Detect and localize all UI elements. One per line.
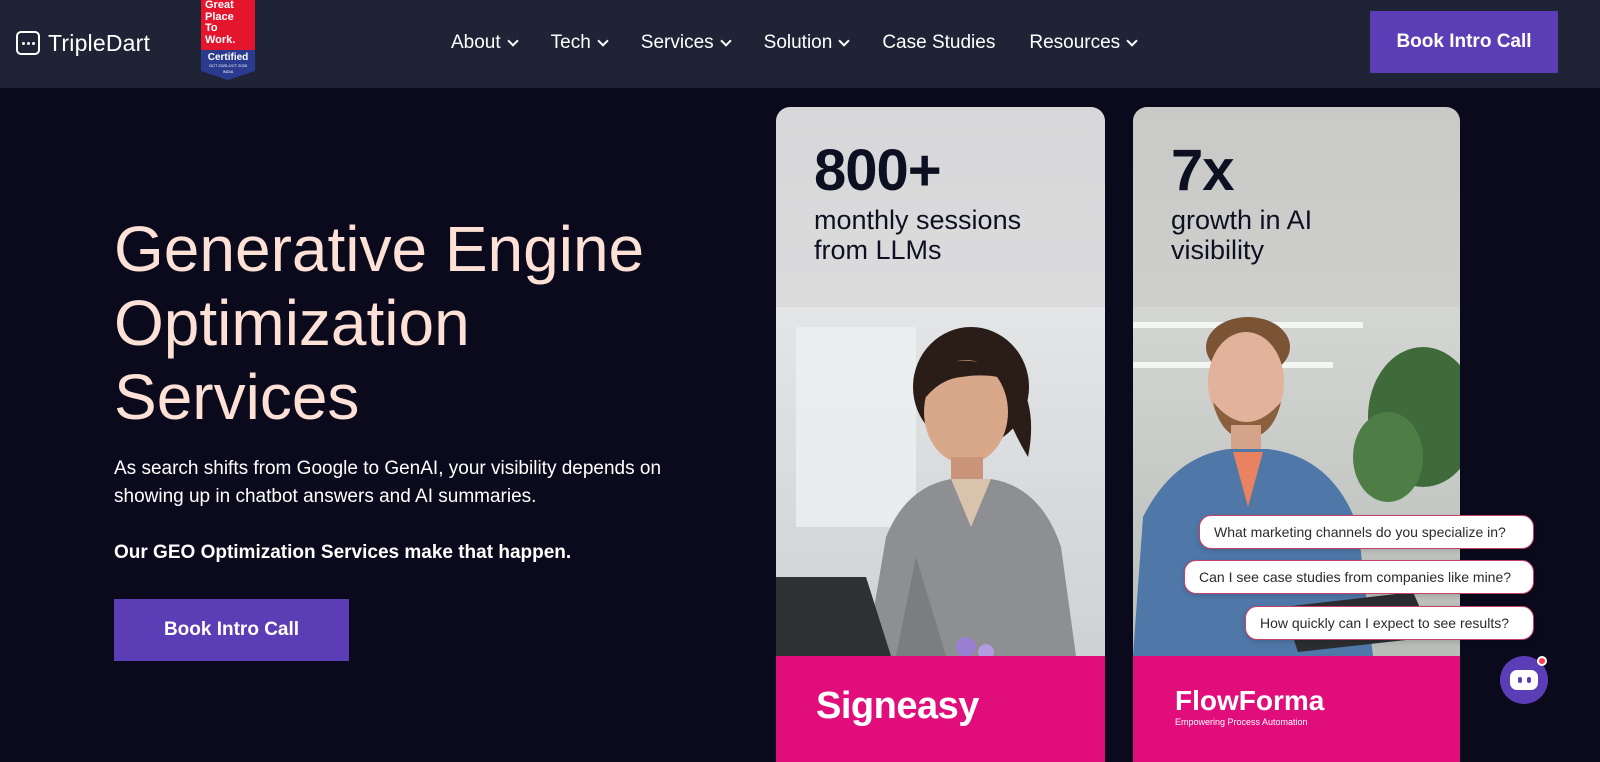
menu-label: Tech	[550, 32, 591, 53]
hero-emphasis: Our GEO Optimization Services make that …	[114, 542, 572, 563]
hero-title: Generative Engine Optimization Services	[114, 212, 734, 434]
hero-book-intro-call-button[interactable]: Book Intro Call	[114, 599, 349, 661]
menu-label: Solution	[763, 32, 833, 53]
chat-suggestion-case-studies[interactable]: Can I see case studies from companies li…	[1184, 560, 1534, 594]
chevron-down-icon	[838, 35, 850, 47]
stat-desc-line: visibility	[1171, 235, 1265, 265]
case-study-card-signeasy[interactable]: 800+ monthly sessions from LLMs Signeasy	[776, 107, 1105, 762]
menu-item-tech[interactable]: Tech	[550, 32, 609, 54]
woman-laptop-photo	[776, 307, 1105, 656]
menu-item-resources[interactable]: Resources	[1029, 32, 1138, 54]
hero-title-line: Optimization	[114, 287, 470, 359]
brand-logo-signeasy: Signeasy	[816, 685, 979, 727]
hero-title-line: Generative Engine	[114, 213, 645, 285]
great-place-to-work-badge: Great Place To Work. Certified OCT 2025-…	[201, 0, 255, 88]
badge-country: INDIA	[222, 69, 234, 74]
stat-desc-line: growth in AI	[1171, 205, 1313, 235]
brand-tagline: Empowering Process Automation	[1175, 717, 1308, 727]
man-office-photo	[1133, 307, 1460, 656]
menu-label: Services	[640, 32, 714, 53]
brand-logo-flowforma: FlowForma	[1175, 685, 1325, 716]
badge-certified: Certified	[207, 52, 249, 63]
hero-subtitle: As search shifts from Google to GenAI, y…	[114, 458, 662, 507]
card-stat: 7x	[1171, 138, 1235, 203]
badge-text: Great	[205, 0, 234, 11]
menu-label: Case Studies	[882, 32, 996, 53]
card-stat-description: monthly sessions from LLMs	[814, 205, 1074, 265]
badge-text: To	[205, 22, 218, 34]
stat-desc-line: monthly sessions	[814, 205, 1022, 235]
logo-text: TripleDart	[48, 29, 151, 56]
menu-label: Resources	[1029, 32, 1121, 53]
top-nav: TripleDart Great Place To Work. Certifie…	[0, 0, 1600, 88]
menu-item-services[interactable]: Services	[640, 32, 732, 54]
chat-suggestion-marketing-channels[interactable]: What marketing channels do you specializ…	[1199, 515, 1534, 549]
card-stat: 800+	[814, 138, 942, 203]
menu-item-case-studies[interactable]: Case Studies	[882, 32, 995, 54]
chevron-down-icon	[506, 35, 519, 47]
main-menu: About Tech Services Solution Case Studie…	[451, 28, 1170, 58]
card-stat-description: growth in AI visibility	[1171, 205, 1431, 265]
menu-label: About	[451, 32, 501, 53]
nav-book-intro-call-button[interactable]: Book Intro Call	[1370, 11, 1558, 73]
chat-launcher-button[interactable]	[1500, 656, 1548, 704]
badge-text: Work.	[205, 33, 236, 46]
chevron-down-icon	[597, 35, 609, 47]
chevron-down-icon	[1126, 35, 1138, 47]
notification-dot	[1537, 656, 1547, 666]
hero-title-line: Services	[114, 361, 360, 433]
case-study-card-flowforma[interactable]: 7x growth in AI visibility FlowForma Emp…	[1133, 107, 1460, 762]
site-logo[interactable]: TripleDart	[16, 28, 150, 58]
logo-icon	[16, 31, 40, 55]
menu-item-about[interactable]: About	[451, 32, 519, 54]
chatbot-icon	[1510, 670, 1538, 690]
chat-suggestion-results-timeline[interactable]: How quickly can I expect to see results?	[1245, 606, 1534, 640]
stat-desc-line: from LLMs	[814, 235, 942, 265]
menu-item-solution[interactable]: Solution	[763, 32, 850, 54]
chevron-down-icon	[719, 35, 732, 47]
